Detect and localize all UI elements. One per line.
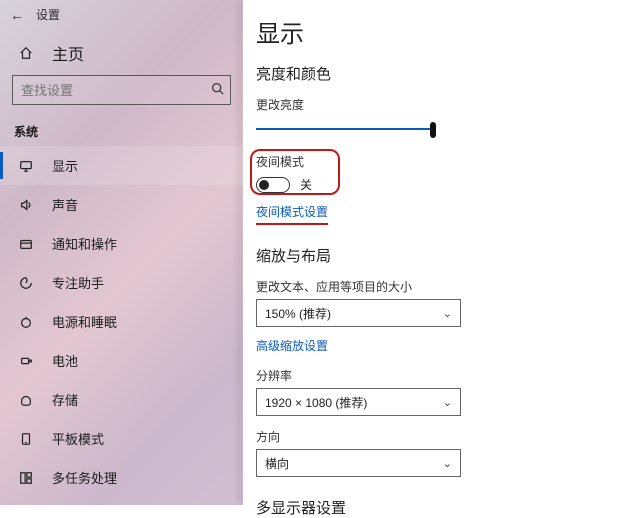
sidebar-item-2-label: 通知和操作: [52, 234, 117, 253]
search-icon[interactable]: [205, 82, 230, 98]
search-box: [0, 75, 243, 105]
section-multimon: 多显示器设置: [256, 497, 626, 518]
sidebar-item-home[interactable]: 主页: [0, 27, 243, 75]
sidebar-item-5-label: 电池: [52, 351, 78, 370]
nightlight-toggle[interactable]: [256, 177, 290, 193]
chevron-down-icon: ⌄: [443, 396, 452, 409]
sidebar-item-6-icon: [18, 393, 34, 407]
back-icon[interactable]: ←: [10, 7, 24, 23]
sidebar-item-7-label: 平板模式: [52, 429, 104, 448]
resolution-label: 分辨率: [256, 367, 626, 384]
sidebar: ← 设置 主页 系统 显示声音通知和操作专注助手电源和睡眠电池存储平板模式多任务…: [0, 0, 243, 505]
orientation-select[interactable]: 横向 ⌄: [256, 449, 461, 477]
nightlight-settings-link[interactable]: 夜间模式设置: [256, 203, 328, 225]
home-icon: [18, 46, 34, 60]
section-brightness: 亮度和颜色: [256, 63, 626, 84]
sidebar-item-1-label: 声音: [52, 195, 78, 214]
textsize-select[interactable]: 150% (推荐) ⌄: [256, 299, 461, 327]
sidebar-item-2[interactable]: 通知和操作: [0, 224, 243, 263]
sidebar-item-4-label: 电源和睡眠: [52, 312, 117, 331]
main-panel: 显示 亮度和颜色 更改亮度 夜间模式 关 夜间模式设置 缩放与布局 更改文本、应…: [256, 14, 626, 504]
sidebar-item-8-icon: [18, 471, 34, 485]
sidebar-nav: 显示声音通知和操作专注助手电源和睡眠电池存储平板模式多任务处理投影到此电脑: [0, 146, 243, 505]
orientation-label: 方向: [256, 428, 626, 445]
titlebar: ← 设置: [0, 0, 243, 27]
sidebar-item-8[interactable]: 多任务处理: [0, 458, 243, 497]
brightness-label: 更改亮度: [256, 96, 626, 113]
sidebar-item-1[interactable]: 声音: [0, 185, 243, 224]
section-scale: 缩放与布局: [256, 245, 626, 266]
textsize-value: 150% (推荐): [265, 305, 331, 322]
sidebar-item-9[interactable]: 投影到此电脑: [0, 497, 243, 505]
sidebar-home-label: 主页: [52, 41, 84, 65]
sidebar-item-5[interactable]: 电池: [0, 341, 243, 380]
sidebar-item-7[interactable]: 平板模式: [0, 419, 243, 458]
page-title: 显示: [256, 14, 626, 49]
app-title: 设置: [36, 6, 60, 23]
brightness-slider[interactable]: [256, 119, 436, 139]
sidebar-item-4-icon: [18, 315, 34, 329]
sidebar-item-6-label: 存储: [52, 390, 78, 409]
sidebar-item-0[interactable]: 显示: [0, 146, 243, 185]
sidebar-item-0-label: 显示: [52, 156, 78, 175]
sidebar-item-0-icon: [18, 159, 34, 173]
orientation-value: 横向: [265, 455, 289, 472]
chevron-down-icon: ⌄: [443, 307, 452, 320]
sidebar-item-3-label: 专注助手: [52, 273, 104, 292]
resolution-value: 1920 × 1080 (推荐): [265, 394, 367, 411]
sidebar-item-2-icon: [18, 237, 34, 251]
chevron-down-icon: ⌄: [443, 457, 452, 470]
resolution-select[interactable]: 1920 × 1080 (推荐) ⌄: [256, 388, 461, 416]
sidebar-item-4[interactable]: 电源和睡眠: [0, 302, 243, 341]
search-input[interactable]: [13, 83, 205, 98]
sidebar-item-6[interactable]: 存储: [0, 380, 243, 419]
sidebar-item-7-icon: [18, 432, 34, 446]
sidebar-item-5-icon: [18, 354, 34, 368]
sidebar-group-label: 系统: [0, 105, 243, 146]
sidebar-item-1-icon: [18, 198, 34, 212]
sidebar-item-3-icon: [18, 276, 34, 290]
advanced-scale-link[interactable]: 高级缩放设置: [256, 337, 328, 354]
sidebar-item-3[interactable]: 专注助手: [0, 263, 243, 302]
sidebar-item-8-label: 多任务处理: [52, 468, 117, 487]
textsize-label: 更改文本、应用等项目的大小: [256, 278, 626, 295]
